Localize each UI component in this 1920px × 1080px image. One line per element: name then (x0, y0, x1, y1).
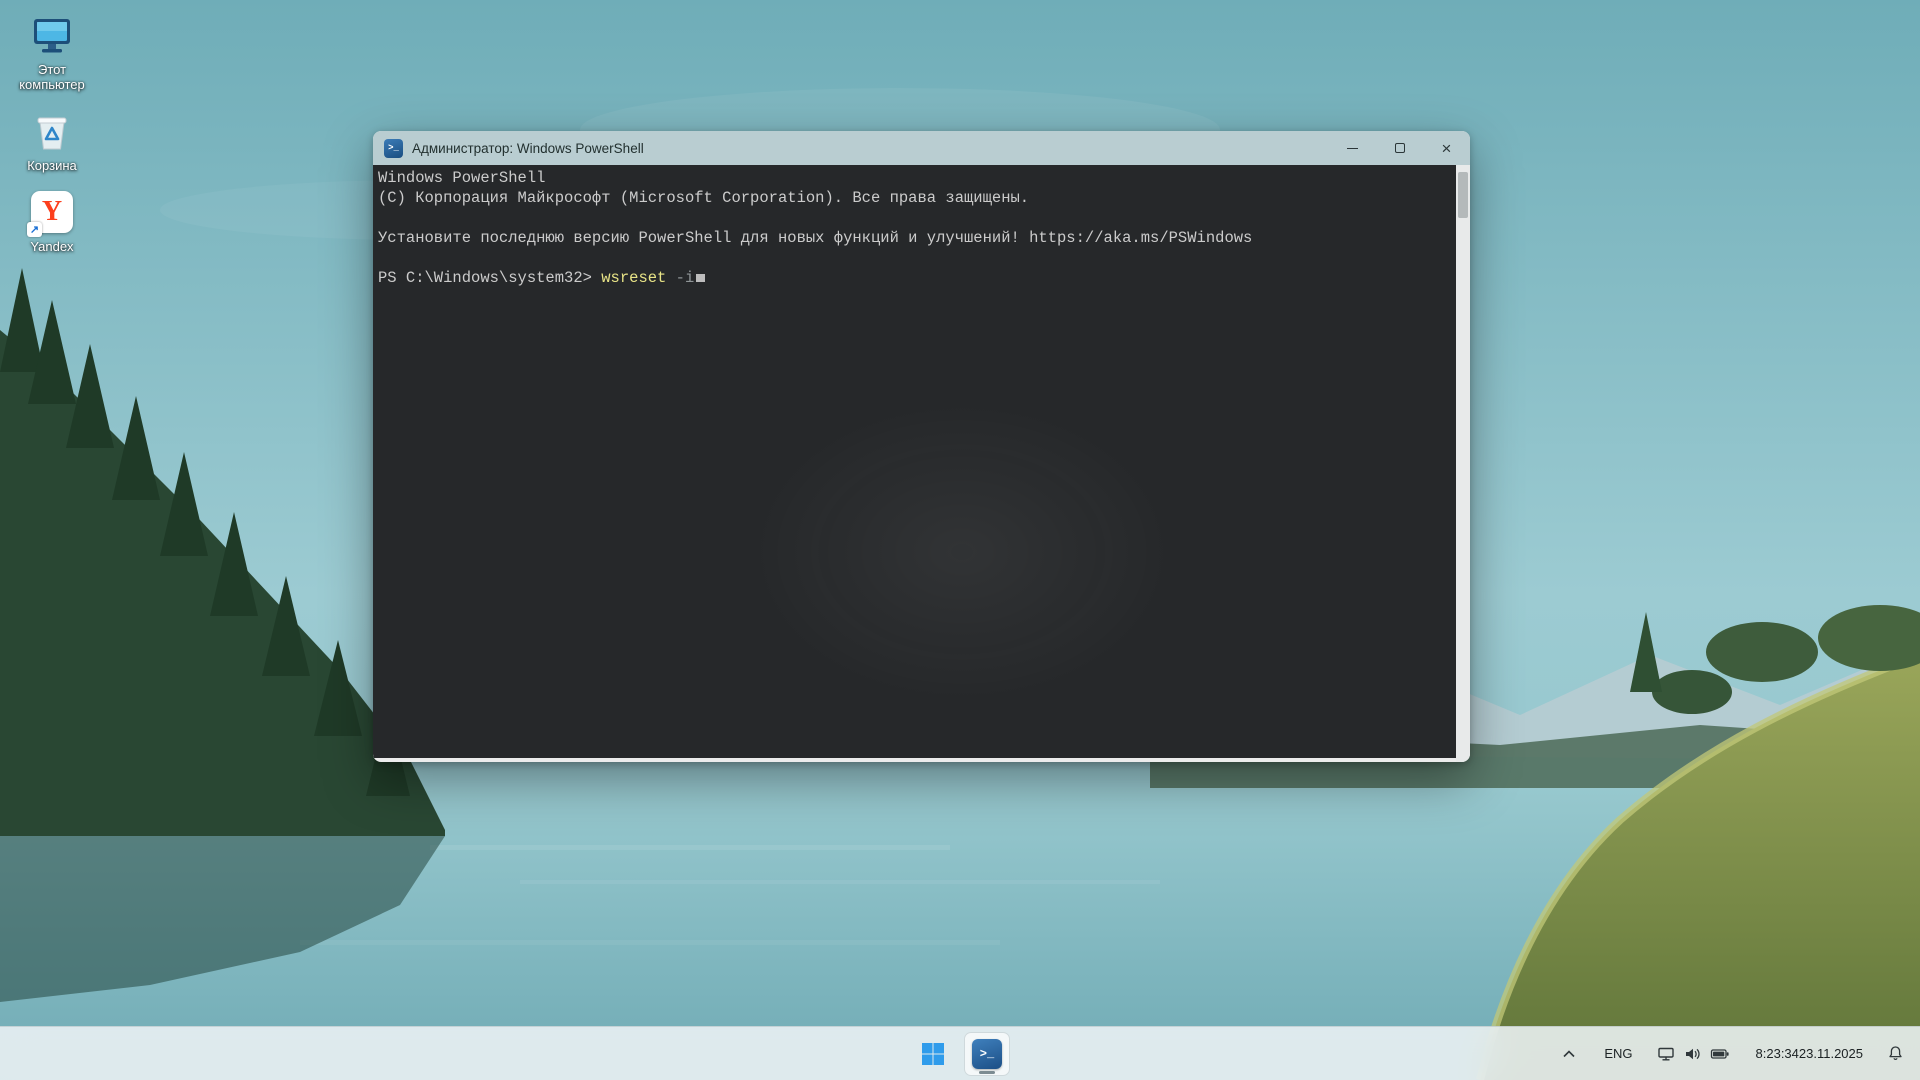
battery-icon (1710, 1046, 1730, 1062)
notification-bell-icon (1887, 1045, 1904, 1062)
terminal-line: Windows PowerShell (378, 168, 1448, 188)
desktop-icon-recycle-bin[interactable]: Корзина (6, 108, 98, 173)
desktop-icon-label: Yandex (30, 239, 73, 254)
terminal-cursor (696, 274, 705, 282)
show-hidden-icons-button[interactable] (1552, 1034, 1586, 1074)
taskbar-powershell-button[interactable]: >_ (964, 1032, 1010, 1076)
taskbar: >_ ENG (0, 1026, 1920, 1080)
terminal-prompt-line: PS C:\Windows\system32> wsreset -i (378, 268, 1448, 288)
minimize-icon (1347, 148, 1358, 149)
clock-date: 23.11.2025 (1799, 1046, 1863, 1062)
close-icon: × (1442, 140, 1452, 157)
start-button[interactable] (910, 1032, 956, 1076)
close-button[interactable]: × (1423, 131, 1470, 165)
terminal-parameter: -i (666, 269, 694, 287)
desktop-icon-label: Корзина (27, 158, 77, 173)
volume-icon (1684, 1046, 1701, 1062)
active-app-indicator (979, 1071, 995, 1074)
terminal-line (378, 248, 1448, 268)
maximize-button[interactable] (1376, 131, 1423, 165)
system-tray-icons[interactable] (1649, 1034, 1738, 1074)
window-title: Администратор: Windows PowerShell (412, 141, 644, 156)
window-titlebar[interactable]: >_ Администратор: Windows PowerShell × (373, 131, 1470, 165)
desktop-icon-yandex[interactable]: Y ↗ Yandex (6, 189, 98, 254)
shortcut-arrow-icon: ↗ (27, 222, 42, 237)
maximize-icon (1395, 143, 1405, 153)
network-icon (1657, 1046, 1675, 1062)
powershell-titlebar-icon: >_ (384, 139, 403, 158)
recycle-bin-icon (29, 108, 75, 154)
windows-logo-icon (920, 1041, 946, 1067)
powershell-taskbar-icon: >_ (972, 1039, 1002, 1069)
minimize-button[interactable] (1329, 131, 1376, 165)
scrollbar-thumb[interactable] (1458, 172, 1468, 218)
powershell-window: >_ Администратор: Windows PowerShell × W… (373, 131, 1470, 762)
language-indicator[interactable]: ENG (1594, 1034, 1642, 1074)
terminal-glow (752, 402, 1172, 702)
terminal-line: (C) Корпорация Майкрософт (Microsoft Cor… (378, 188, 1448, 208)
notification-center-button[interactable] (1879, 1034, 1912, 1074)
desktop-icon-this-pc[interactable]: Этот компьютер (6, 12, 98, 92)
desktop: Этот компьютер Корзина Y ↗ Yand (0, 0, 1920, 1080)
terminal-line: Установите последнюю версию PowerShell д… (378, 228, 1448, 248)
desktop-icon-list: Этот компьютер Корзина Y ↗ Yand (6, 12, 98, 254)
desktop-icon-label: Этот компьютер (6, 62, 98, 92)
clock[interactable]: 8:23:34 23.11.2025 (1748, 1034, 1871, 1074)
terminal-command: wsreset (601, 269, 666, 287)
terminal-line (378, 208, 1448, 228)
this-pc-icon (29, 12, 75, 58)
terminal-prompt: PS C:\Windows\system32> (378, 269, 601, 287)
clock-time: 8:23:34 (1756, 1046, 1799, 1062)
terminal-output[interactable]: Windows PowerShell (C) Корпорация Майкро… (373, 165, 1456, 758)
chevron-up-icon (1562, 1048, 1576, 1060)
terminal-scrollbar[interactable] (1456, 165, 1470, 762)
